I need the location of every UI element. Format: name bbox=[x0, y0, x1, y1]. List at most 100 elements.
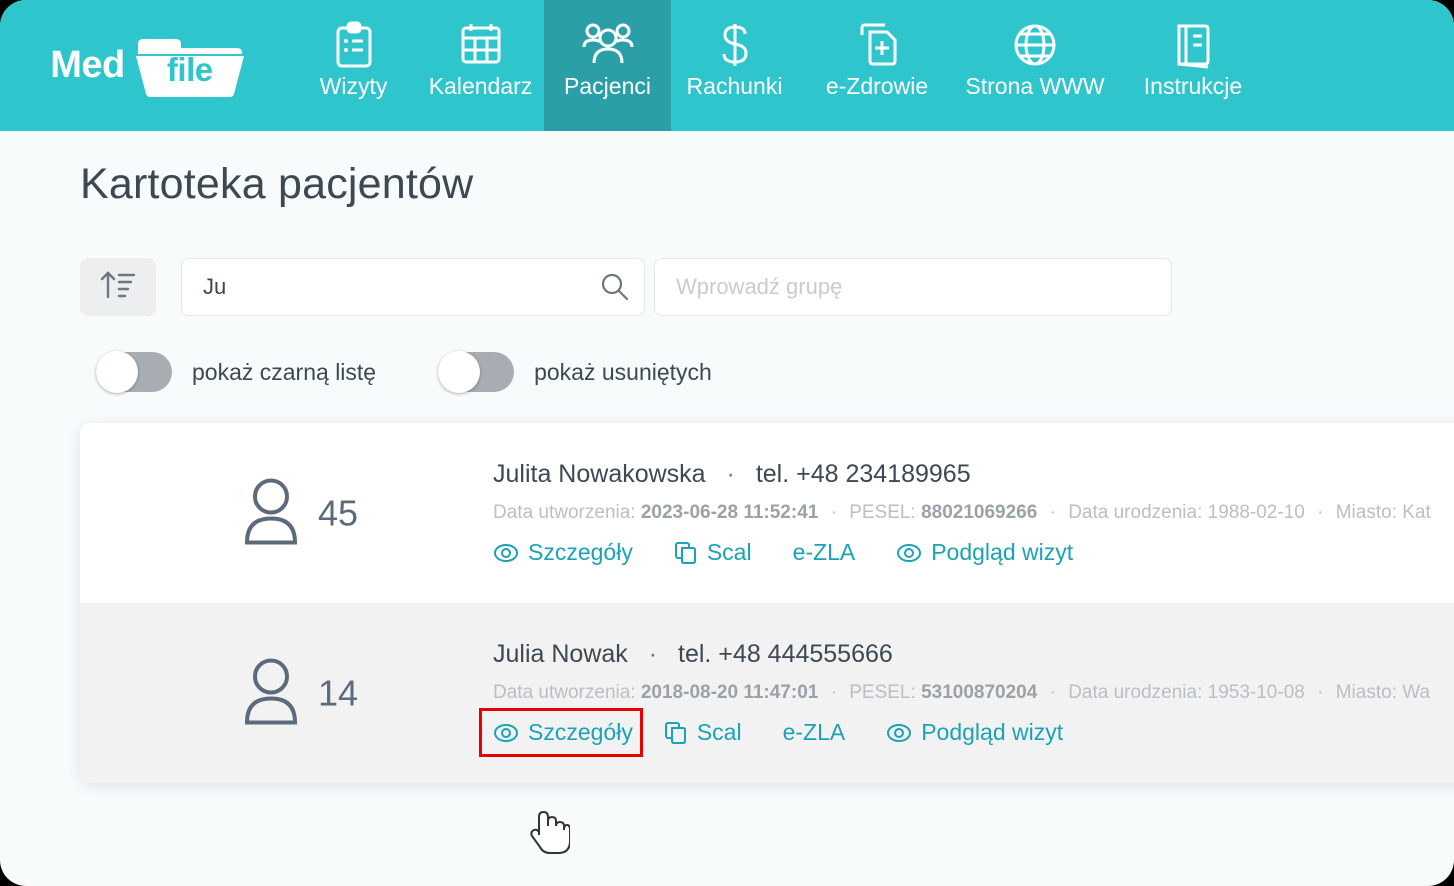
visit-count: 45 bbox=[318, 492, 359, 533]
birth-value: 1953-10-08 bbox=[1207, 682, 1305, 703]
nav-item-kalendarz[interactable]: Kalendarz bbox=[417, 0, 544, 131]
app-logo[interactable]: Med file bbox=[0, 0, 290, 131]
patient-phone: tel. +48 444555666 bbox=[678, 640, 893, 668]
toggle-deleted[interactable]: pokaż usuniętych bbox=[438, 351, 712, 393]
meta-separator: · bbox=[830, 502, 837, 523]
people-icon bbox=[582, 18, 634, 72]
action-label: Podgląd wizyt bbox=[921, 719, 1064, 745]
created-label: Data utworzenia: bbox=[493, 682, 636, 703]
avatar bbox=[240, 655, 302, 732]
nav-item-instrukcje[interactable]: Instrukcje bbox=[1114, 0, 1272, 131]
pesel-label: PESEL: bbox=[849, 682, 916, 703]
nav-item-pacjenci[interactable]: Pacjenci bbox=[544, 0, 671, 131]
row-actions: Szczegóły Scal e-ZLA Podgląd wizyt bbox=[479, 708, 1430, 757]
action-label: Podgląd wizyt bbox=[931, 539, 1074, 565]
separator: · bbox=[648, 640, 658, 668]
details-link[interactable]: Szczegóły bbox=[493, 539, 633, 566]
calendar-icon bbox=[459, 18, 503, 72]
toggle-knob bbox=[438, 351, 481, 393]
logo-badge-text: file bbox=[166, 51, 213, 88]
toggle-knob bbox=[96, 351, 138, 393]
created-label: Data utworzenia: bbox=[493, 502, 636, 523]
nav-item-strona-www[interactable]: Strona WWW bbox=[956, 0, 1114, 131]
nav-label: Kalendarz bbox=[428, 73, 533, 99]
nav-label: Instrukcje bbox=[1143, 73, 1243, 99]
patient-metadata: Data utworzenia: 2018-08-20 11:47:01 · P… bbox=[493, 682, 1430, 704]
sort-button[interactable] bbox=[80, 258, 156, 316]
ezla-link[interactable]: e-ZLA bbox=[793, 539, 856, 566]
search-input[interactable] bbox=[181, 258, 645, 316]
eye-icon bbox=[493, 542, 519, 564]
created-value: 2018-08-20 11:47:01 bbox=[640, 682, 819, 703]
clipboard-icon bbox=[333, 18, 375, 72]
folder-icon: file bbox=[134, 34, 246, 98]
medical-documents-icon bbox=[854, 18, 900, 72]
patient-phone: tel. +48 234189965 bbox=[755, 460, 971, 488]
app-window: Med file Wizyty Kalendarz Pacjenci Rachu… bbox=[0, 0, 1454, 886]
city-value: Kat bbox=[1402, 502, 1431, 523]
patient-name: Julia Nowak bbox=[493, 640, 628, 668]
nav-item-wizyty[interactable]: Wizyty bbox=[290, 0, 417, 131]
eye-icon bbox=[886, 722, 912, 744]
nav-label: Pacjenci bbox=[564, 73, 651, 99]
toggle-filters: pokaż czarną listę pokaż usuniętych bbox=[96, 351, 712, 393]
meta-separator: · bbox=[1317, 502, 1324, 523]
row-actions: Szczegóły Scal e-ZLA Podgląd wizyt bbox=[493, 539, 1431, 566]
merge-link[interactable]: Scal bbox=[664, 719, 742, 746]
nav-item-e-zdrowie[interactable]: e-Zdrowie bbox=[798, 0, 956, 131]
search-field-wrapper bbox=[181, 258, 645, 316]
group-input[interactable] bbox=[654, 258, 1172, 316]
meta-separator: · bbox=[830, 682, 837, 703]
toggle-blacklist[interactable]: pokaż czarną listę bbox=[96, 351, 376, 393]
avatar-group: 14 bbox=[240, 655, 358, 732]
patient-metadata: Data utworzenia: 2023-06-28 11:52:41 · P… bbox=[493, 502, 1431, 524]
nav-label: Wizyty bbox=[319, 73, 388, 99]
page-title: Kartoteka pacjentów bbox=[80, 160, 474, 208]
action-label: Scal bbox=[706, 539, 752, 565]
nav-label: Strona WWW bbox=[965, 73, 1105, 99]
city-label: Miasto: bbox=[1335, 682, 1397, 703]
birth-label: Data urodzenia: bbox=[1068, 682, 1203, 703]
mouse-cursor bbox=[530, 805, 571, 857]
pesel-value: 53100870204 bbox=[921, 682, 1038, 703]
avatar-group: 45 bbox=[240, 475, 358, 552]
patient-name: Julita Nowakowska bbox=[493, 460, 706, 488]
patient-info: Julita Nowakowska · tel. +48 234189965 D… bbox=[493, 460, 1431, 566]
visit-count: 14 bbox=[318, 672, 359, 713]
nav-item-rachunki[interactable]: Rachunki bbox=[671, 0, 798, 131]
book-icon bbox=[1171, 18, 1215, 72]
eye-icon bbox=[896, 542, 922, 564]
copy-icon bbox=[664, 721, 688, 745]
meta-separator: · bbox=[1049, 502, 1056, 523]
table-row[interactable]: 14 Julia Nowak · tel. +48 444555666 Data… bbox=[80, 603, 1454, 783]
sort-ascending-icon bbox=[99, 268, 137, 307]
logo-text: Med bbox=[50, 44, 125, 86]
patient-name-line: Julia Nowak · tel. +48 444555666 bbox=[493, 640, 1430, 669]
patient-list-card: 45 Julita Nowakowska · tel. +48 23418996… bbox=[80, 423, 1454, 783]
visits-preview-link[interactable]: Podgląd wizyt bbox=[886, 719, 1063, 746]
action-label: e-ZLA bbox=[782, 719, 846, 745]
city-value: Wa bbox=[1402, 682, 1431, 703]
nav-items: Wizyty Kalendarz Pacjenci Rachunki e-Zdr… bbox=[290, 0, 1272, 131]
action-label: Scal bbox=[696, 719, 742, 745]
table-row[interactable]: 45 Julita Nowakowska · tel. +48 23418996… bbox=[80, 423, 1454, 603]
merge-link[interactable]: Scal bbox=[674, 539, 752, 566]
nav-label: Rachunki bbox=[686, 73, 783, 99]
visits-preview-link[interactable]: Podgląd wizyt bbox=[896, 539, 1073, 566]
pesel-label: PESEL: bbox=[849, 502, 916, 523]
top-navigation-bar: Med file Wizyty Kalendarz Pacjenci Rachu… bbox=[0, 0, 1454, 131]
search-icon[interactable] bbox=[599, 271, 631, 308]
action-label: e-ZLA bbox=[792, 539, 856, 565]
toggle-switch[interactable] bbox=[96, 351, 172, 393]
birth-label: Data urodzenia: bbox=[1068, 502, 1203, 523]
action-label: Szczegóły bbox=[528, 719, 633, 745]
copy-icon bbox=[674, 541, 698, 565]
meta-separator: · bbox=[1317, 682, 1324, 703]
pesel-value: 88021069266 bbox=[921, 502, 1038, 523]
toggle-switch[interactable] bbox=[438, 351, 515, 393]
city-label: Miasto: bbox=[1335, 502, 1397, 523]
ezla-link[interactable]: e-ZLA bbox=[783, 719, 846, 746]
details-link[interactable]: Szczegóły bbox=[479, 708, 643, 757]
dollar-icon bbox=[715, 18, 755, 72]
separator: · bbox=[726, 460, 735, 488]
